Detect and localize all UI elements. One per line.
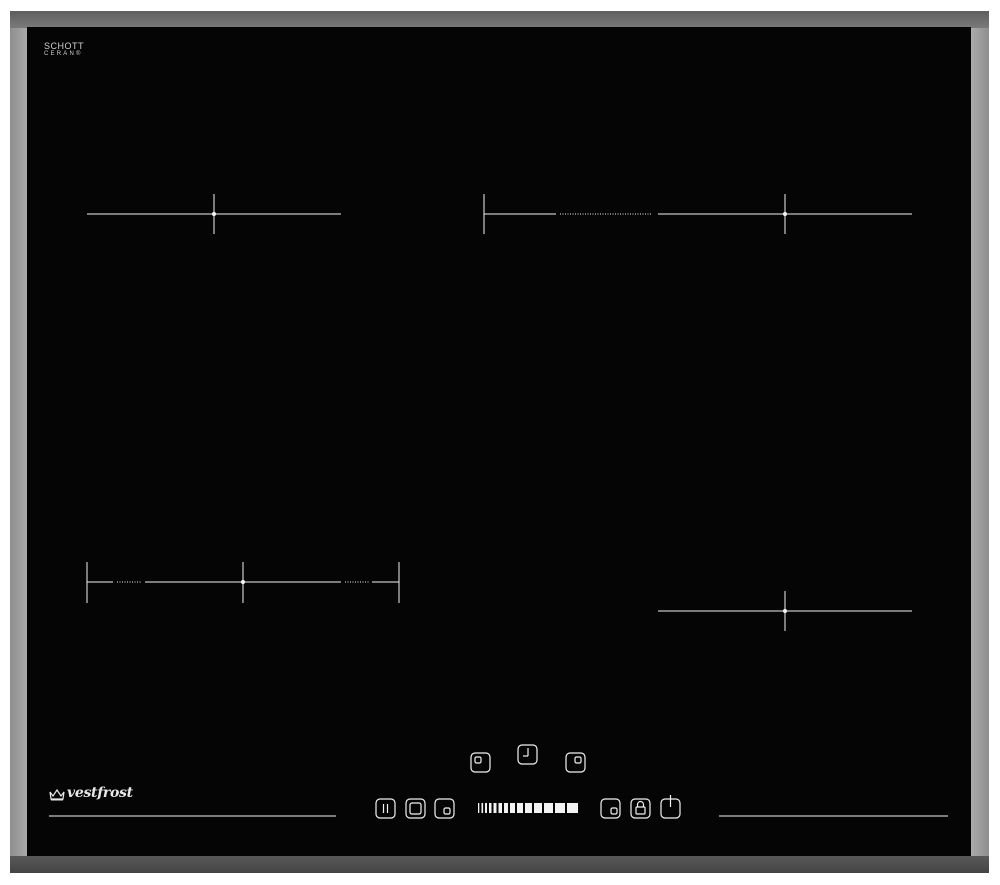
slider-segment[interactable]: [504, 803, 508, 813]
front-left-zone-marker[interactable]: [87, 194, 341, 234]
bridge-zone-icon[interactable]: [405, 798, 426, 819]
zone-select-left-icon[interactable]: [470, 752, 491, 773]
timer-icon[interactable]: [517, 744, 538, 765]
pause-icon[interactable]: [375, 798, 396, 819]
zone-select-front-icon[interactable]: [600, 798, 621, 819]
zone-select-right-icon[interactable]: [565, 752, 586, 773]
slider-segment[interactable]: [478, 803, 480, 813]
front-right-zone-marker[interactable]: [658, 591, 912, 631]
rear-left-bridge-zone-marker[interactable]: [86, 562, 400, 603]
slider-segment[interactable]: [485, 803, 487, 813]
zone-select-rear-icon[interactable]: [434, 798, 455, 819]
hob-markings: [49, 194, 948, 819]
slider-segment[interactable]: [525, 803, 532, 813]
slider-segment[interactable]: [498, 803, 503, 813]
slider-segment[interactable]: [489, 803, 492, 813]
slider-segment[interactable]: [517, 803, 523, 813]
power-icon[interactable]: [660, 795, 681, 819]
rear-right-bridge-zone-marker[interactable]: [483, 194, 912, 234]
slider-segment[interactable]: [534, 803, 542, 813]
slider-segment[interactable]: [510, 803, 515, 813]
slider-segment[interactable]: [567, 803, 578, 813]
slider-segment[interactable]: [493, 803, 497, 813]
slider-segment[interactable]: [481, 803, 484, 813]
power-slider[interactable]: [478, 803, 578, 813]
lock-icon[interactable]: [630, 798, 651, 819]
slider-segment[interactable]: [544, 803, 553, 813]
slider-segment[interactable]: [555, 803, 565, 813]
